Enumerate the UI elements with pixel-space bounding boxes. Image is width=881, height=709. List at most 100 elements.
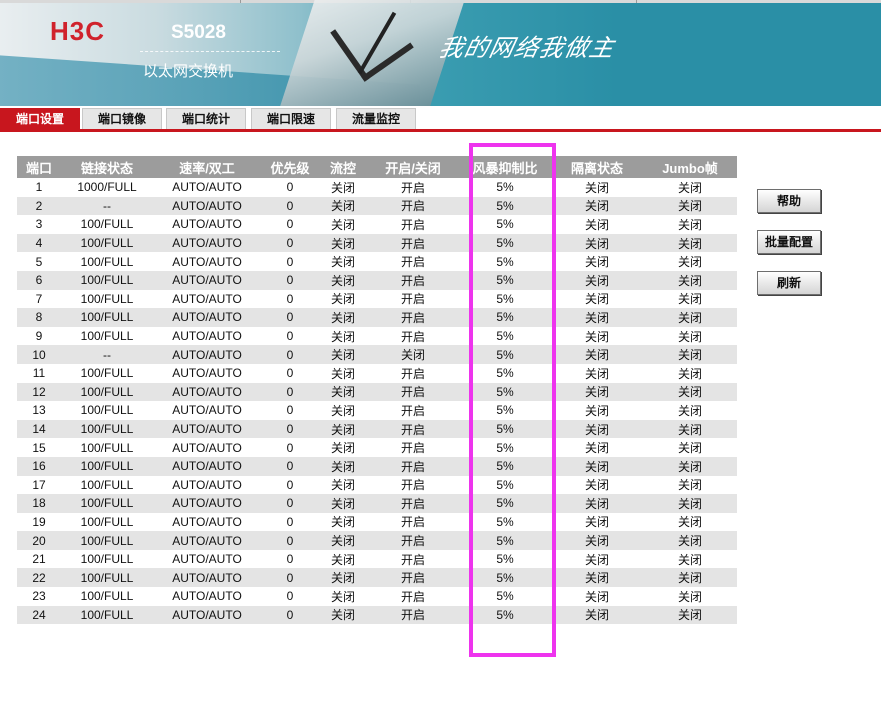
table-row: 9 100/FULL AUTO/AUTO 0 关闭 开启 5% 关闭 关闭	[17, 326, 737, 346]
table-row: 5 100/FULL AUTO/AUTO 0 关闭 开启 5% 关闭 关闭	[17, 252, 737, 271]
table-row: 12 100/FULL AUTO/AUTO 0 关闭 开启 5% 关闭 关闭	[17, 382, 737, 402]
link-status-cell: 100/FULL	[61, 252, 153, 271]
speed-duplex-cell: AUTO/AUTO	[153, 252, 261, 271]
help-button[interactable]: 帮助	[757, 189, 821, 213]
table-row: 23 100/FULL AUTO/AUTO 0 关闭 开启 5% 关闭 关闭	[17, 587, 737, 606]
tab-port-rate-limit[interactable]: 端口限速	[251, 108, 331, 129]
link-status-cell: 1000/FULL	[61, 178, 153, 197]
enable-cell: 开启	[367, 289, 459, 309]
enable-cell: 开启	[367, 401, 459, 420]
table-row: 10 -- AUTO/AUTO 0 关闭 关闭 5% 关闭 关闭	[17, 345, 737, 364]
tab-port-statistics[interactable]: 端口统计	[166, 108, 246, 129]
jumbo-cell: 关闭	[643, 401, 737, 420]
flow-control-cell: 关闭	[319, 252, 367, 271]
enable-cell: 开启	[367, 196, 459, 216]
jumbo-cell: 关闭	[643, 531, 737, 550]
enable-cell: 开启	[367, 475, 459, 495]
table-row: 1 1000/FULL AUTO/AUTO 0 关闭 开启 5% 关闭 关闭	[17, 178, 737, 197]
link-status-cell: 100/FULL	[61, 456, 153, 476]
priority-cell: 0	[261, 326, 319, 346]
link-status-cell: 100/FULL	[61, 549, 153, 569]
port-cell: 11	[17, 363, 61, 383]
priority-cell: 0	[261, 494, 319, 513]
storm-ratio-cell: 5%	[459, 363, 551, 383]
speed-duplex-cell: AUTO/AUTO	[153, 475, 261, 495]
storm-ratio-cell: 5%	[459, 289, 551, 309]
flow-control-cell: 关闭	[319, 587, 367, 606]
refresh-button[interactable]: 刷新	[757, 271, 821, 295]
speed-duplex-cell: AUTO/AUTO	[153, 363, 261, 383]
batch-config-button[interactable]: 批量配置	[757, 230, 821, 254]
flow-control-cell: 关闭	[319, 196, 367, 216]
priority-cell: 0	[261, 252, 319, 271]
enable-cell: 开启	[367, 438, 459, 457]
priority-cell: 0	[261, 605, 319, 625]
column-header: 优先级	[261, 156, 319, 178]
port-cell: 15	[17, 438, 61, 457]
tab-port-settings[interactable]: 端口设置	[0, 108, 80, 130]
jumbo-cell: 关闭	[643, 345, 737, 364]
priority-cell: 0	[261, 215, 319, 234]
port-cell: 2	[17, 196, 61, 216]
column-header: Jumbo帧	[643, 156, 737, 178]
enable-cell: 开启	[367, 178, 459, 197]
enable-cell: 开启	[367, 252, 459, 271]
storm-ratio-cell: 5%	[459, 531, 551, 550]
priority-cell: 0	[261, 438, 319, 457]
flow-control-cell: 关闭	[319, 512, 367, 532]
column-header: 开启/关闭	[367, 156, 459, 178]
speed-duplex-cell: AUTO/AUTO	[153, 438, 261, 457]
isolation-cell: 关闭	[551, 363, 643, 383]
jumbo-cell: 关闭	[643, 289, 737, 309]
table-row: 7 100/FULL AUTO/AUTO 0 关闭 开启 5% 关闭 关闭	[17, 289, 737, 309]
storm-ratio-cell: 5%	[459, 419, 551, 439]
port-cell: 14	[17, 419, 61, 439]
isolation-cell: 关闭	[551, 270, 643, 290]
jumbo-cell: 关闭	[643, 494, 737, 513]
link-status-cell: 100/FULL	[61, 401, 153, 420]
table-row: 4 100/FULL AUTO/AUTO 0 关闭 开启 5% 关闭 关闭	[17, 233, 737, 253]
priority-cell: 0	[261, 178, 319, 197]
link-status-cell: 100/FULL	[61, 494, 153, 513]
brand-slogan: 我的网络我做主	[436, 34, 618, 62]
tab-port-mirroring[interactable]: 端口镜像	[82, 108, 162, 129]
jumbo-cell: 关闭	[643, 512, 737, 532]
isolation-cell: 关闭	[551, 382, 643, 402]
link-status-cell: --	[61, 345, 153, 364]
table-row: 2 -- AUTO/AUTO 0 关闭 开启 5% 关闭 关闭	[17, 196, 737, 216]
isolation-cell: 关闭	[551, 215, 643, 234]
enable-cell: 开启	[367, 382, 459, 402]
storm-ratio-cell: 5%	[459, 215, 551, 234]
port-cell: 21	[17, 549, 61, 569]
link-status-cell: 100/FULL	[61, 438, 153, 457]
enable-cell: 关闭	[367, 345, 459, 364]
tab-traffic-monitor[interactable]: 流量监控	[336, 108, 416, 129]
table-row: 19 100/FULL AUTO/AUTO 0 关闭 开启 5% 关闭 关闭	[17, 512, 737, 532]
port-cell: 1	[17, 178, 61, 197]
jumbo-cell: 关闭	[643, 215, 737, 234]
enable-cell: 开启	[367, 233, 459, 253]
isolation-cell: 关闭	[551, 512, 643, 532]
enable-cell: 开启	[367, 326, 459, 346]
flow-control-cell: 关闭	[319, 494, 367, 513]
column-header: 速率/双工	[153, 156, 261, 178]
storm-ratio-cell: 5%	[459, 605, 551, 625]
port-cell: 13	[17, 401, 61, 420]
flow-control-cell: 关闭	[319, 345, 367, 364]
speed-duplex-cell: AUTO/AUTO	[153, 196, 261, 216]
priority-cell: 0	[261, 587, 319, 606]
port-cell: 12	[17, 382, 61, 402]
priority-cell: 0	[261, 382, 319, 402]
jumbo-cell: 关闭	[643, 363, 737, 383]
port-cell: 4	[17, 233, 61, 253]
priority-cell: 0	[261, 196, 319, 216]
speed-duplex-cell: AUTO/AUTO	[153, 549, 261, 569]
storm-ratio-cell: 5%	[459, 270, 551, 290]
table-row: 6 100/FULL AUTO/AUTO 0 关闭 开启 5% 关闭 关闭	[17, 270, 737, 290]
speed-duplex-cell: AUTO/AUTO	[153, 326, 261, 346]
port-cell: 5	[17, 252, 61, 271]
isolation-cell: 关闭	[551, 233, 643, 253]
port-cell: 17	[17, 475, 61, 495]
isolation-cell: 关闭	[551, 549, 643, 569]
storm-ratio-cell: 5%	[459, 475, 551, 495]
